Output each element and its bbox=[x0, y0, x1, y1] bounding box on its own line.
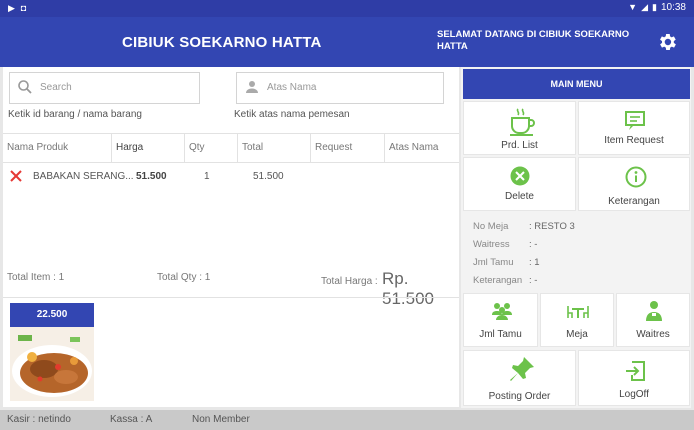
total-item: Total Item : 1 bbox=[7, 272, 65, 283]
product-list-button[interactable]: Prd. List bbox=[463, 101, 576, 155]
order-info: No Meja : RESTO 3 Waitress : - Jml Tamu … bbox=[463, 213, 690, 289]
jml-tamu-button-label: Jml Tamu bbox=[479, 329, 522, 340]
info-icon bbox=[625, 166, 647, 188]
no-meja-label: No Meja bbox=[473, 221, 509, 232]
search-placeholder: Search bbox=[40, 82, 72, 93]
waitress-value: : - bbox=[529, 239, 538, 250]
main-menu-panel: MAIN MENU Prd. List Item Request Delete … bbox=[461, 67, 691, 408]
keterangan-button[interactable]: Keterangan bbox=[578, 157, 690, 211]
app-header: CIBIUK SOEKARNO HATTA SELAMAT DATANG DI … bbox=[0, 17, 694, 67]
meja-button[interactable]: Meja bbox=[540, 293, 614, 347]
keterangan-info-label: Keterangan bbox=[473, 275, 523, 286]
signal-icon: ◢ bbox=[641, 2, 649, 12]
order-panel: Search Atas Nama Ketik id barang / nama … bbox=[3, 67, 459, 407]
col-harga: Harga bbox=[112, 134, 185, 162]
search-icon bbox=[18, 80, 32, 94]
jml-tamu-button[interactable]: Jml Tamu bbox=[463, 293, 538, 347]
person-icon bbox=[246, 81, 258, 93]
kassa-info: Kassa : A bbox=[110, 414, 153, 425]
remove-icon[interactable] bbox=[10, 170, 22, 182]
customer-placeholder: Atas Nama bbox=[267, 82, 317, 93]
item-request-label: Item Request bbox=[604, 135, 664, 146]
store-title: CIBIUK SOEKARNO HATTA bbox=[122, 34, 322, 51]
guests-icon bbox=[492, 303, 512, 320]
row-qty: 1 bbox=[204, 171, 210, 182]
waiter-icon bbox=[646, 301, 662, 321]
product-grid: 22.500 bbox=[3, 297, 459, 408]
status-time: 10:38 bbox=[660, 2, 686, 13]
table-row[interactable]: BABAKAN SERANG... 51.500 1 51.500 bbox=[3, 163, 459, 191]
col-nama-produk: Nama Produk bbox=[3, 134, 112, 162]
notification-icon: ◘ bbox=[20, 3, 27, 13]
product-price: 22.500 bbox=[10, 303, 94, 327]
keterangan-info-value: : - bbox=[529, 275, 538, 286]
play-store-icon: ▶ bbox=[8, 3, 15, 13]
request-icon bbox=[625, 111, 645, 130]
status-bar: ▶ ◘ ▼ ◢ ▮ 10:38 bbox=[0, 0, 694, 17]
pin-icon bbox=[510, 357, 534, 381]
customer-hint: Ketik atas nama pemesan bbox=[234, 109, 350, 120]
kasir-info: Kasir : netindo bbox=[7, 414, 71, 425]
gear-icon[interactable] bbox=[656, 31, 678, 53]
meja-label: Meja bbox=[566, 329, 588, 340]
keterangan-label: Keterangan bbox=[608, 196, 660, 207]
table-icon bbox=[567, 306, 589, 318]
waitres-button[interactable]: Waitres bbox=[616, 293, 690, 347]
product-image bbox=[10, 327, 94, 401]
total-price-label: Total Harga : bbox=[321, 276, 378, 287]
row-total: 51.500 bbox=[253, 171, 284, 182]
status-footer: Kasir : netindo Kassa : A Non Member bbox=[0, 410, 694, 430]
col-total: Total bbox=[238, 134, 311, 162]
logoff-label: LogOff bbox=[619, 389, 649, 400]
search-hint: Ketik id barang / nama barang bbox=[8, 109, 142, 120]
total-qty: Total Qty : 1 bbox=[157, 272, 211, 283]
totals-bar: Total Item : 1 Total Qty : 1 Total Harga… bbox=[3, 269, 459, 308]
delete-label: Delete bbox=[505, 191, 534, 202]
posting-order-button[interactable]: Posting Order bbox=[463, 350, 576, 406]
product-card[interactable]: 22.500 bbox=[10, 303, 94, 403]
logoff-icon bbox=[626, 361, 645, 381]
delete-icon bbox=[510, 166, 530, 186]
jml-tamu-value: : 1 bbox=[529, 257, 540, 268]
row-price: 51.500 bbox=[136, 171, 167, 182]
col-qty: Qty bbox=[185, 134, 238, 162]
posting-order-label: Posting Order bbox=[488, 391, 551, 402]
main-menu-title: MAIN MENU bbox=[463, 69, 690, 99]
delete-button[interactable]: Delete bbox=[463, 157, 576, 211]
welcome-text: SELAMAT DATANG DI CIBIUK SOEKARNO HATTA bbox=[437, 29, 630, 52]
order-table-header: Nama Produk Harga Qty Total Request Atas… bbox=[3, 133, 459, 163]
jml-tamu-label: Jml Tamu bbox=[473, 257, 514, 268]
search-input[interactable]: Search bbox=[9, 72, 200, 104]
member-status: Non Member bbox=[192, 414, 250, 425]
battery-icon: ▮ bbox=[652, 2, 657, 12]
wifi-icon: ▼ bbox=[628, 2, 638, 12]
product-list-label: Prd. List bbox=[501, 140, 538, 151]
item-request-button[interactable]: Item Request bbox=[578, 101, 690, 155]
no-meja-value: : RESTO 3 bbox=[529, 221, 575, 232]
col-request: Request bbox=[311, 134, 385, 162]
app-window: ▶ ◘ ▼ ◢ ▮ 10:38 CIBIUK SOEKARNO HATTA SE… bbox=[0, 0, 694, 430]
waitress-label: Waitress bbox=[473, 239, 510, 250]
logoff-button[interactable]: LogOff bbox=[578, 350, 690, 406]
waitres-label: Waitres bbox=[636, 329, 670, 340]
coffee-cup-icon bbox=[510, 108, 535, 136]
customer-name-input[interactable]: Atas Nama bbox=[236, 72, 444, 104]
row-product-name: BABAKAN SERANG... bbox=[33, 171, 134, 182]
col-atas-nama: Atas Nama bbox=[389, 142, 439, 153]
